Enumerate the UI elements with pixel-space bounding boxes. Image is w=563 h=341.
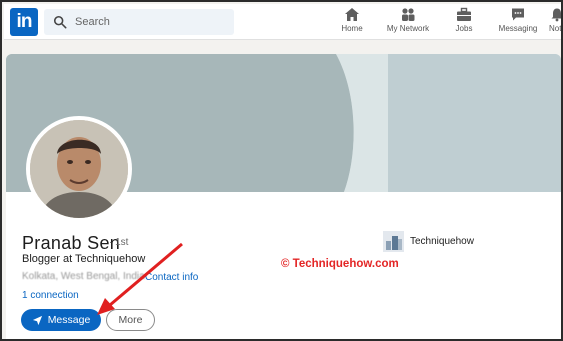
current-company[interactable]: Techniquehow: [383, 231, 474, 252]
send-icon: [32, 315, 42, 325]
nav-item-notifications[interactable]: Not: [549, 7, 562, 39]
company-logo-icon: [383, 231, 404, 252]
contact-info-link[interactable]: Contact info: [145, 272, 198, 283]
nav-item-home[interactable]: Home: [334, 7, 370, 39]
connection-degree: · 1st: [109, 237, 129, 248]
profile-photo: [30, 120, 128, 218]
search-icon: [53, 15, 67, 29]
top-nav-bar: in Home My Network: [4, 4, 562, 40]
profile-avatar[interactable]: [26, 116, 132, 222]
company-name: Techniquehow: [410, 236, 474, 247]
nav-label-home: Home: [341, 24, 363, 33]
nav-item-my-network[interactable]: My Network: [382, 7, 434, 39]
more-button[interactable]: More: [106, 309, 155, 331]
screenshot-frame: in Home My Network: [0, 0, 563, 341]
profile-name: Pranab Sen: [22, 233, 121, 253]
linkedin-logo[interactable]: in: [10, 8, 38, 36]
more-button-label: More: [118, 314, 143, 326]
watermark: © Techniquehow.com: [281, 258, 399, 270]
bell-icon: [551, 8, 561, 22]
profile-location: Kolkata, West Bengal, India: [22, 271, 145, 282]
home-icon: [345, 8, 359, 21]
nav-label-my-network: My Network: [386, 24, 430, 33]
nav-label-notifications: Not: [549, 24, 562, 33]
profile-headline: Blogger at Techniquehow: [22, 253, 146, 265]
search-box[interactable]: [44, 9, 234, 35]
briefcase-icon: [457, 7, 471, 21]
connections-link[interactable]: 1 connection: [22, 290, 79, 301]
message-button[interactable]: Message: [21, 309, 101, 331]
message-button-label: Message: [47, 314, 91, 326]
nav-item-messaging[interactable]: Messaging: [496, 7, 540, 39]
search-input[interactable]: [75, 16, 225, 28]
nav-label-messaging: Messaging: [498, 24, 538, 33]
nav-item-jobs[interactable]: Jobs: [447, 7, 481, 39]
network-icon: [402, 8, 415, 21]
nav-label-jobs: Jobs: [455, 24, 473, 33]
profile-card: Pranab Sen · 1st Blogger at Techniquehow…: [6, 54, 561, 339]
messaging-icon: [512, 8, 524, 21]
